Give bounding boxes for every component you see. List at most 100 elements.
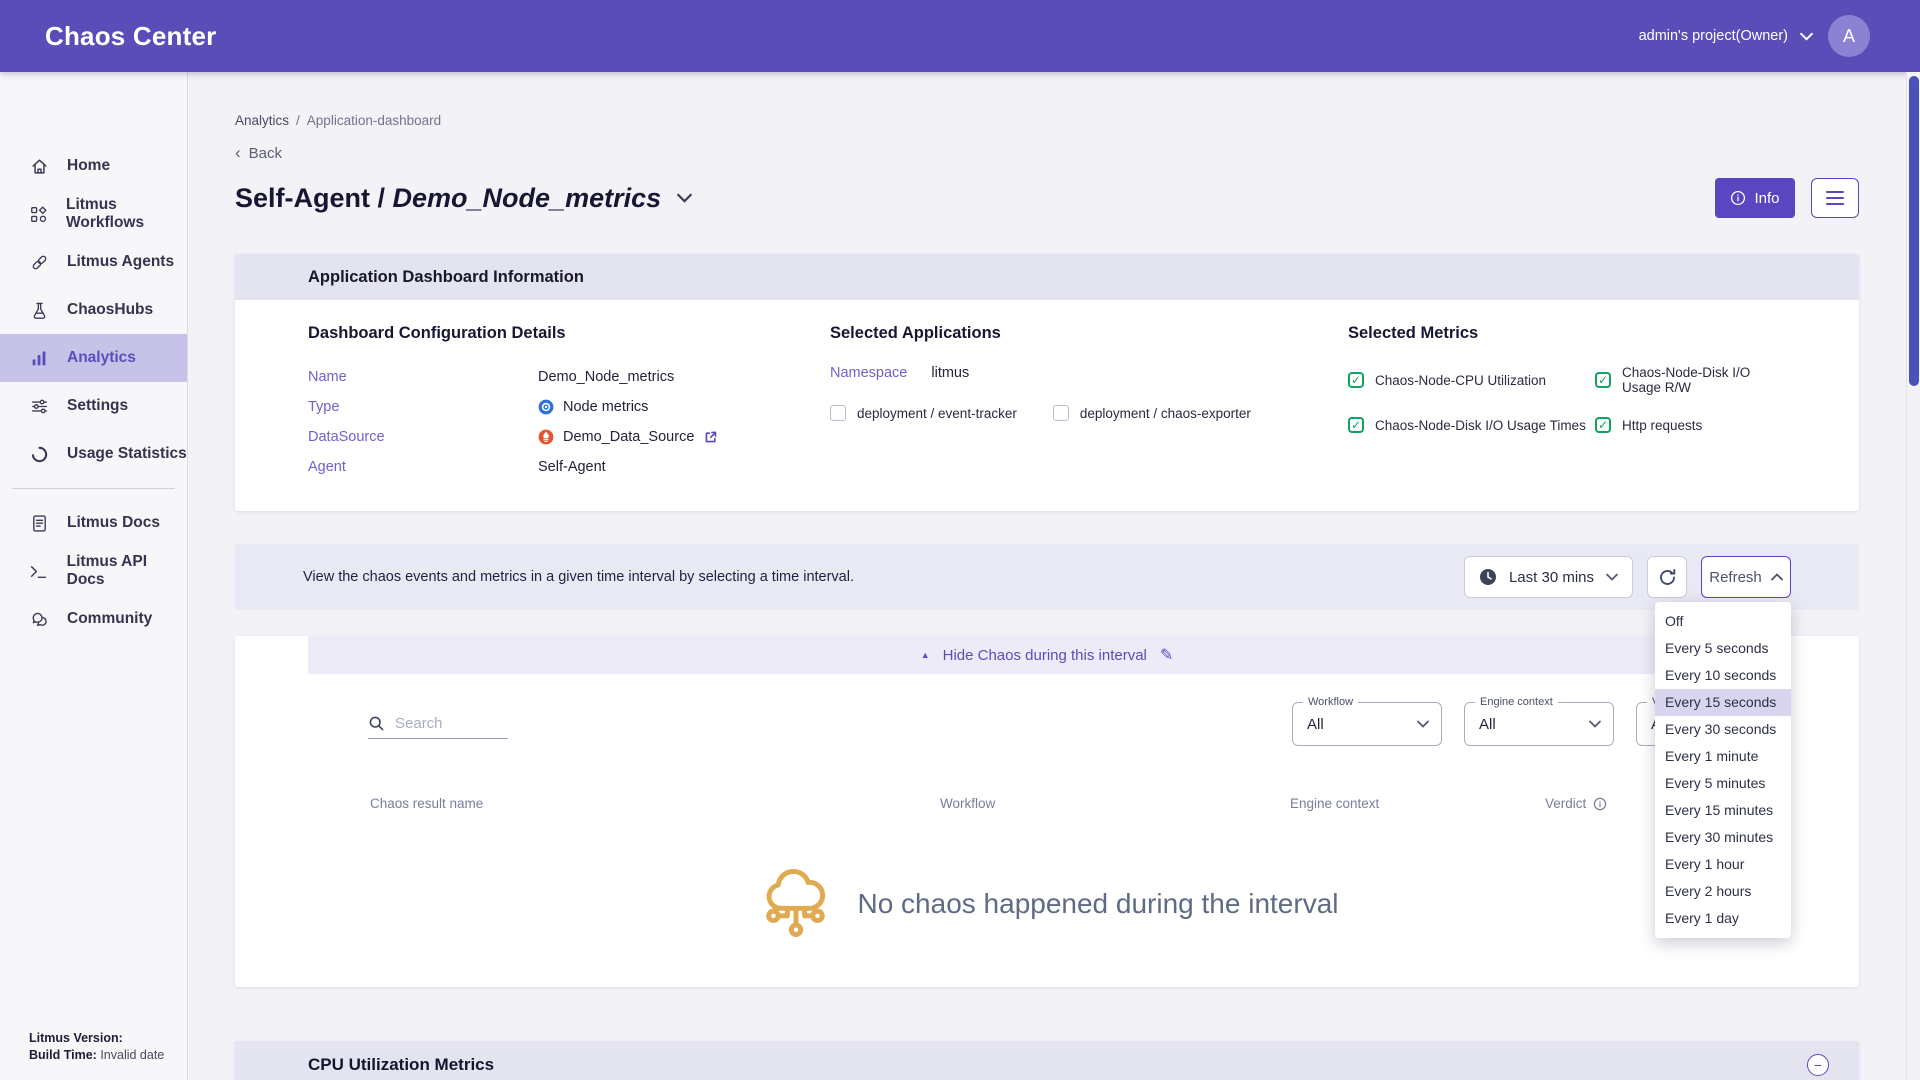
sidebar-item-label: Litmus Workflows (66, 196, 187, 232)
time-interval-bar: View the chaos events and metrics in a g… (235, 544, 1859, 610)
checkbox-label: Chaos-Node-Disk I/O Usage Times (1375, 418, 1586, 433)
time-range-select[interactable]: Last 30 mins (1464, 556, 1633, 598)
vertical-scrollbar (1906, 72, 1920, 1080)
refresh-rate-option[interactable]: Every 2 hours (1655, 878, 1791, 905)
metric-checkbox[interactable]: Chaos-Node-CPU Utilization (1348, 365, 1595, 395)
sidebar-item[interactable]: Litmus Docs (0, 499, 187, 547)
reload-button[interactable] (1647, 556, 1687, 598)
sidebar-item-label: Usage Statistics (67, 445, 187, 463)
info-icon (1730, 190, 1746, 206)
refresh-rate-option[interactable]: Every 30 minutes (1655, 824, 1791, 851)
breadcrumb-analytics[interactable]: Analytics (235, 113, 289, 128)
scrollbar-thumb[interactable] (1909, 76, 1919, 386)
sidebar-item[interactable]: Settings (0, 382, 187, 430)
refresh-rate-option[interactable]: Every 1 hour (1655, 851, 1791, 878)
refresh-rate-option[interactable]: Every 30 seconds (1655, 716, 1791, 743)
main-content: Analytics / Application-dashboard ‹ Back… (188, 72, 1920, 1080)
table-column-header: Workflow (940, 796, 1290, 811)
config-details-title: Dashboard Configuration Details (308, 324, 830, 343)
collapse-section-button[interactable]: − (1807, 1054, 1829, 1076)
dashboard-switcher-chevron-icon[interactable] (677, 193, 692, 203)
refresh-rate-button[interactable]: Refresh (1701, 556, 1791, 598)
metric-checkbox[interactable]: Chaos-Node-Disk I/O Usage R/W (1595, 365, 1786, 395)
sidebar-item-label: ChaosHubs (67, 301, 153, 319)
sidebar-item-icon (29, 348, 49, 368)
dashboard-name: Demo_Node_metrics (393, 183, 662, 214)
chevron-down-icon (1606, 573, 1618, 581)
refresh-rate-option[interactable]: Every 10 seconds (1655, 662, 1791, 689)
cpu-metrics-card: CPU Utilization Metrics − (235, 1041, 1859, 1080)
info-button[interactable]: Info (1715, 178, 1795, 218)
breadcrumb-current-page: Application-dashboard (307, 113, 441, 128)
column-header-label: Workflow (940, 796, 995, 811)
application-checkbox[interactable]: deployment / event-tracker (830, 405, 1017, 421)
sidebar: Home Litmus Workflows Litmus Agents (0, 72, 188, 1080)
filter-select[interactable]: Workflow All (1292, 702, 1442, 746)
title-row: Self-Agent / Demo_Node_metrics Info (235, 178, 1859, 218)
application-checkbox[interactable]: deployment / chaos-exporter (1053, 405, 1251, 421)
filter-select[interactable]: Engine context All (1464, 702, 1614, 746)
refresh-rate-menu: Off Every 5 seconds Every 10 seconds Eve… (1655, 602, 1791, 938)
chevron-down-icon (1589, 720, 1601, 728)
selected-applications-title: Selected Applications (830, 324, 1348, 343)
external-link-icon[interactable] (703, 430, 718, 445)
avatar[interactable]: A (1828, 15, 1870, 57)
selected-applications-column: Selected Applications Namespace litmus d… (830, 324, 1348, 485)
sidebar-item[interactable]: Litmus Workflows (0, 190, 187, 238)
sidebar-divider (12, 488, 175, 489)
checkbox-label: Http requests (1622, 418, 1702, 433)
column-header-label: Verdict (1545, 796, 1586, 811)
checkbox-box (1595, 417, 1611, 433)
empty-state-message: No chaos happened during the interval (857, 888, 1338, 920)
options-menu-button[interactable] (1811, 178, 1859, 218)
breadcrumb-separator: / (296, 113, 300, 128)
namespace-label: Namespace (830, 365, 907, 381)
refresh-rate-option[interactable]: Every 5 seconds (1655, 635, 1791, 662)
edit-pencil-icon[interactable]: ✎ (1160, 645, 1173, 665)
hide-chaos-toggle[interactable]: ▲ Hide Chaos during this interval ✎ (308, 636, 1786, 674)
project-area: admin's project(Owner) A (1639, 15, 1870, 57)
metric-checkbox[interactable]: Chaos-Node-Disk I/O Usage Times (1348, 417, 1595, 433)
litmus-version-label: Litmus Version: (29, 1031, 123, 1045)
refresh-rate-option[interactable]: Every 15 minutes (1655, 797, 1791, 824)
sidebar-item[interactable]: Litmus Agents (0, 238, 187, 286)
agent-name: Self-Agent / (235, 183, 385, 214)
sidebar-item[interactable]: ChaosHubs (0, 286, 187, 334)
chevron-left-icon: ‹ (235, 143, 241, 163)
chevron-down-icon (1800, 32, 1813, 41)
config-row-value: Self-Agent (538, 455, 606, 479)
sidebar-item[interactable]: Community (0, 595, 187, 643)
refresh-rate-option[interactable]: Every 5 minutes (1655, 770, 1791, 797)
metric-checkbox[interactable]: Http requests (1595, 417, 1786, 433)
sidebar-item[interactable]: Home (0, 142, 187, 190)
checkbox-box (830, 405, 846, 421)
sidebar-item-icon (29, 156, 49, 176)
refresh-rate-option[interactable]: Every 15 seconds (1655, 689, 1791, 716)
project-selector[interactable]: admin's project(Owner) (1639, 28, 1813, 44)
config-row: Name Demo_Node_metrics (308, 365, 830, 389)
config-row: Type Node metrics (308, 395, 830, 419)
sidebar-item-icon (29, 513, 49, 533)
config-row-value: Node metrics (563, 395, 648, 419)
sidebar-item[interactable]: Analytics (0, 334, 187, 382)
refresh-rate-option[interactable]: Off (1655, 608, 1791, 635)
search-icon (368, 715, 385, 732)
chevron-down-icon (1417, 720, 1429, 728)
sidebar-item-icon (29, 204, 48, 224)
sidebar-item[interactable]: Litmus API Docs (0, 547, 187, 595)
interval-description: View the chaos events and metrics in a g… (303, 567, 883, 587)
sidebar-item-icon (29, 396, 49, 416)
filter-select-value: All (1479, 716, 1496, 733)
sidebar-item-label: Community (67, 610, 152, 628)
back-button[interactable]: ‹ Back (235, 143, 282, 163)
reload-icon (1657, 567, 1678, 588)
refresh-rate-option[interactable]: Every 1 minute (1655, 743, 1791, 770)
checkbox-box (1348, 372, 1364, 388)
sidebar-item-icon (29, 444, 49, 464)
search-input[interactable] (395, 715, 500, 732)
sidebar-item[interactable]: Usage Statistics (0, 430, 187, 478)
checkbox-box (1053, 405, 1069, 421)
page-title: Self-Agent / Demo_Node_metrics (235, 183, 661, 214)
table-column-header: Engine context (1290, 796, 1545, 811)
refresh-rate-option[interactable]: Every 1 day (1655, 905, 1791, 932)
